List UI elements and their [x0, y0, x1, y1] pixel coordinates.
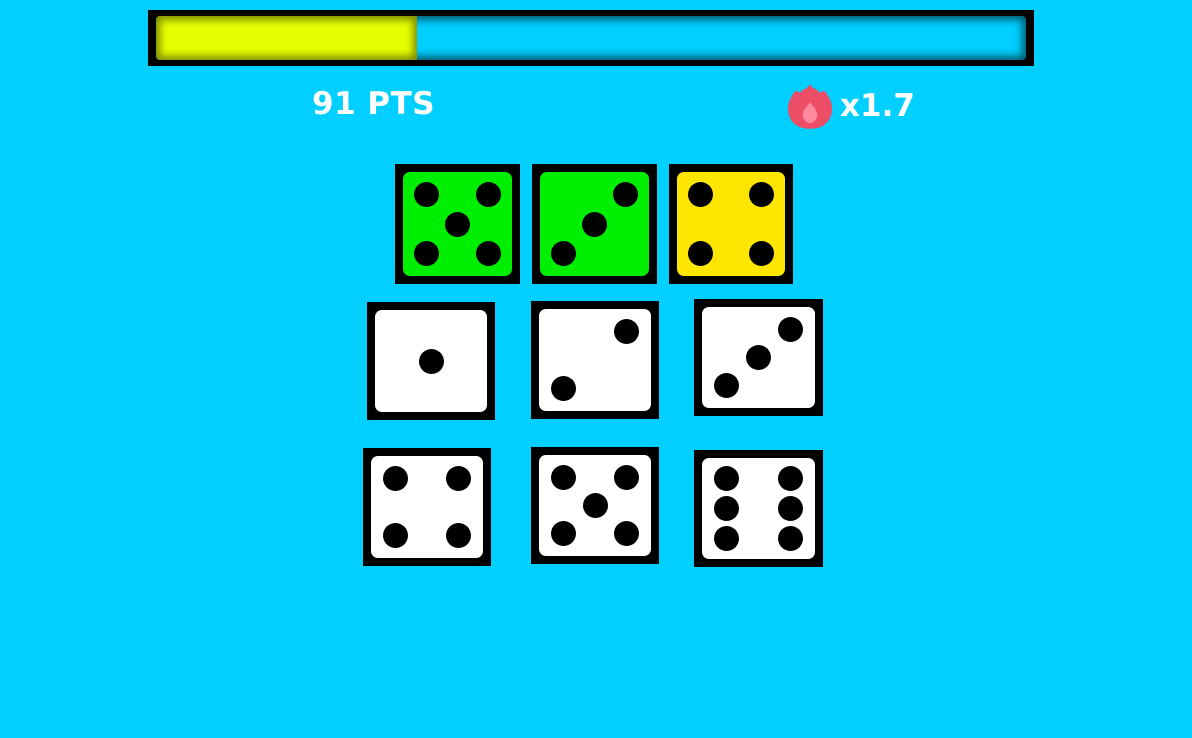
die-green-3[interactable]	[532, 164, 657, 284]
die-pip	[714, 373, 740, 399]
die-face	[371, 456, 483, 558]
progress-track	[156, 16, 1026, 60]
die-pip	[613, 318, 639, 344]
die-pip	[688, 240, 714, 266]
die-pip	[746, 345, 771, 370]
die-pip	[551, 464, 577, 490]
die-pip	[777, 316, 803, 342]
die-pip	[551, 376, 577, 402]
die-face	[702, 458, 815, 559]
die-pip	[445, 465, 471, 491]
die-pip	[414, 240, 440, 266]
flame-icon	[787, 84, 833, 129]
die-face	[539, 309, 651, 411]
die-white-1[interactable]	[367, 302, 495, 420]
die-pip	[714, 526, 740, 552]
die-pip	[445, 211, 470, 237]
die-pip	[612, 182, 638, 208]
die-face	[539, 455, 651, 556]
die-pip	[748, 240, 774, 266]
die-white-2[interactable]	[531, 301, 659, 419]
die-pip	[418, 348, 444, 374]
die-pip	[688, 182, 714, 208]
multiplier-value: x1.7	[840, 88, 915, 124]
die-pip	[445, 523, 471, 549]
die-yellow-4[interactable]	[669, 164, 793, 284]
die-pip	[748, 182, 774, 208]
die-face	[540, 172, 649, 276]
die-face	[375, 310, 487, 412]
die-white-6[interactable]	[694, 450, 823, 567]
die-pip	[551, 521, 577, 547]
die-white-5[interactable]	[531, 447, 659, 564]
die-green-5[interactable]	[395, 164, 520, 284]
die-pip	[613, 521, 639, 547]
die-pip	[551, 240, 577, 266]
die-face	[702, 307, 815, 408]
die-pip	[714, 465, 740, 491]
progress-fill	[156, 16, 417, 60]
progress-bar	[148, 10, 1034, 66]
die-pip	[777, 465, 803, 491]
die-pip	[383, 465, 409, 491]
die-pip	[777, 496, 803, 521]
die-face	[677, 172, 785, 276]
die-pip	[414, 182, 440, 208]
die-white-4[interactable]	[363, 448, 491, 566]
die-pip	[582, 493, 608, 518]
score-label: 91 PTS	[312, 86, 436, 122]
die-face	[403, 172, 512, 276]
multiplier: x1.7	[784, 80, 915, 132]
die-white-3[interactable]	[694, 299, 823, 416]
die-pip	[582, 211, 607, 237]
die-pip	[475, 182, 501, 208]
die-pip	[777, 526, 803, 552]
die-pip	[475, 240, 501, 266]
die-pip	[714, 496, 740, 521]
die-pip	[613, 464, 639, 490]
die-pip	[383, 523, 409, 549]
